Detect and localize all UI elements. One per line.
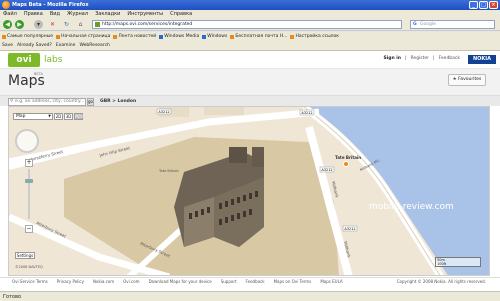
dropdown-icon[interactable]: ▾ (34, 20, 43, 29)
back-icon[interactable]: ◀ (3, 20, 12, 29)
forward-icon[interactable]: ▶ (15, 20, 24, 29)
ovi-logo[interactable]: ovi (8, 53, 40, 67)
location-search-input[interactable]: ⚲ e.g. an address, city, country... (8, 98, 86, 106)
menu-bookmarks[interactable]: Закладки (95, 10, 120, 18)
bookmark-item[interactable]: Начальная страница (56, 32, 110, 41)
footer-link[interactable]: Nokia.com (93, 278, 114, 285)
status-text: Готово (3, 294, 22, 300)
maximize-button[interactable]: □ (479, 1, 488, 9)
nokia-logo: NOKIA (468, 55, 496, 64)
bookmark-item[interactable]: Windows Media (159, 32, 199, 41)
menu-bar: Файл Правка Вид Журнал Закладки Инструме… (0, 10, 500, 18)
poi-label: Tate Britain (159, 169, 179, 173)
menu-view[interactable]: Вид (50, 10, 60, 18)
addon-toolbar: Save Already Saved? Examine WebResearch (0, 41, 500, 51)
zoom-slider-handle[interactable] (25, 179, 33, 183)
sign-in-link[interactable]: Sign in (383, 56, 401, 61)
reload-icon[interactable]: ↻ (62, 20, 71, 29)
road-shield: A3212 (321, 168, 332, 172)
window-title: Maps Beta - Mozilla Firefox (12, 2, 89, 8)
already-saved-button[interactable]: Already Saved? (17, 41, 52, 50)
search-box[interactable]: G Google (410, 20, 495, 29)
footer-link[interactable]: Support (221, 278, 237, 285)
settings-button[interactable]: Settings (15, 252, 35, 259)
road-shield: A3212 (301, 111, 312, 115)
title-bar: Maps Beta - Mozilla Firefox _ □ × (0, 0, 500, 10)
breadcrumb[interactable]: GBR > London (100, 98, 136, 106)
footer-link[interactable]: Ovi Service Terms (12, 278, 48, 285)
3d-button[interactable]: 3D (64, 113, 73, 120)
road-shield: A3212 (344, 227, 355, 231)
location-pin-icon[interactable] (343, 161, 349, 167)
2d-button[interactable]: 2D (54, 113, 63, 120)
poi-label: Tate Britain (335, 155, 362, 160)
pov-button[interactable]: POV (74, 113, 83, 120)
ovi-header: ovi labs Sign in | Register | Feedback N… (0, 51, 500, 69)
address-text: http://maps.ovi.com/services/integrated (102, 22, 193, 27)
star-icon: ★ (452, 77, 457, 82)
status-bar: Готово (0, 291, 500, 301)
search-box-placeholder: Google (420, 22, 436, 27)
home-icon[interactable]: ⌂ (76, 20, 85, 29)
watermark: mobile-review.com (369, 202, 454, 212)
feedback-link[interactable]: Feedback (439, 56, 460, 61)
map-controls: Map ▼ 2D 3D POV (13, 113, 83, 120)
firefox-icon (2, 1, 10, 9)
navigation-toolbar: ◀ ▶ ▾ ✕ ↻ ⌂ http://maps.ovi.com/services… (0, 18, 500, 31)
footer-link[interactable]: Maps EULA (320, 278, 342, 285)
scale-bar: 50m 100ft (435, 257, 481, 267)
bookmark-item[interactable]: Самые популярные (2, 32, 53, 41)
browser-window: Maps Beta - Mozilla Firefox _ □ × Файл П… (0, 0, 500, 301)
labs-label: labs (44, 55, 63, 65)
bookmarks-toolbar: Самые популярные Начальная страница Лент… (0, 32, 500, 41)
page-content: ovi labs Sign in | Register | Feedback N… (0, 51, 500, 291)
menu-tools[interactable]: Инструменты (127, 10, 163, 18)
menu-history[interactable]: Журнал (67, 10, 88, 18)
zoom-in-button[interactable]: + (25, 159, 33, 167)
beta-badge: BETA (34, 72, 43, 76)
menu-file[interactable]: Файл (3, 10, 17, 18)
zoom-out-button[interactable]: − (25, 225, 33, 233)
page-footer: Ovi Service Terms Privacy Policy Nokia.c… (0, 277, 500, 285)
search-icon: ⚲ (10, 99, 14, 104)
favourites-button[interactable]: ★ Favourites (448, 74, 486, 86)
google-icon: G (413, 22, 417, 27)
map-view[interactable]: A3212 A3212 A3212 A3212 Horseferry Stree… (8, 106, 490, 276)
menu-help[interactable]: Справка (170, 10, 192, 18)
map-type-select[interactable]: Map ▼ (13, 113, 53, 120)
chevron-down-icon: ▼ (48, 114, 51, 118)
footer-link[interactable]: Maps on Ovi Terms (274, 278, 312, 285)
pan-control-icon[interactable] (15, 129, 39, 153)
bookmark-item[interactable]: Настройка ссылок (290, 32, 339, 41)
map-canvas: A3212 A3212 A3212 A3212 (9, 107, 489, 275)
bookmark-item[interactable]: Лента новостей (113, 32, 156, 41)
zoom-control: + − (15, 129, 39, 233)
road-shield: A3212 (158, 110, 169, 114)
webresearch-button[interactable]: WebResearch (79, 41, 109, 50)
map-copyright: ©2008 NAVTEQ (15, 265, 43, 269)
search-row: ⚲ e.g. an address, city, country... go G… (0, 95, 500, 106)
register-link[interactable]: Register (411, 56, 430, 61)
maps-header: Maps BETA ★ Favourites (0, 69, 500, 95)
bookmark-item[interactable]: Бесплатная почта H... (230, 32, 287, 41)
zoom-slider-track[interactable] (28, 169, 30, 219)
examine-button[interactable]: Examine (56, 41, 76, 50)
stop-icon[interactable]: ✕ (48, 20, 57, 29)
footer-link[interactable]: Privacy Policy (57, 278, 84, 285)
bookmark-item[interactable]: Windows (202, 32, 227, 41)
footer-copyright: Copyright © 2008 Nokia. All rights reser… (396, 279, 486, 284)
minimize-button[interactable]: _ (469, 1, 478, 9)
footer-link[interactable]: Ovi.com (123, 278, 139, 285)
save-button[interactable]: Save (2, 41, 13, 50)
close-button[interactable]: × (489, 1, 498, 9)
go-button[interactable]: go (87, 98, 94, 106)
footer-link[interactable]: Download Maps for your device (149, 278, 212, 285)
address-bar[interactable]: http://maps.ovi.com/services/integrated (92, 20, 402, 29)
menu-edit[interactable]: Правка (24, 10, 43, 18)
site-favicon (95, 22, 100, 27)
footer-link[interactable]: Feedback (246, 278, 265, 285)
